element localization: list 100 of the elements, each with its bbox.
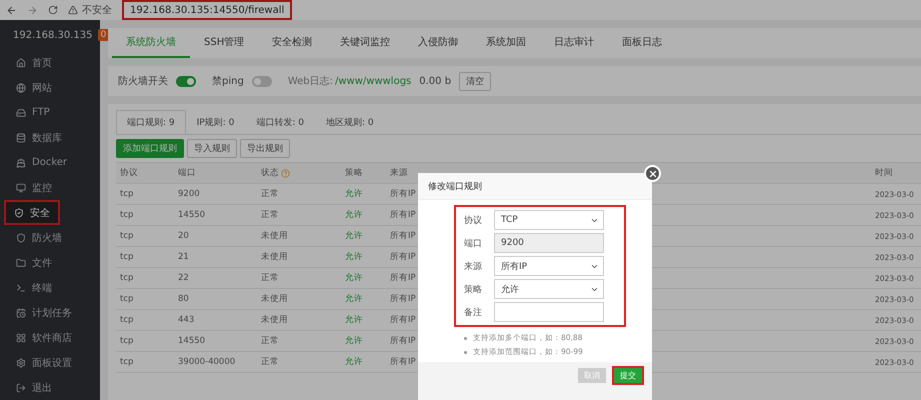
table-cell: 正常 <box>261 335 279 347</box>
field-label: 来源 <box>464 260 483 272</box>
table-cell: 正常 <box>261 272 279 284</box>
close-icon <box>648 168 658 178</box>
table-cell: 允许 <box>345 293 363 305</box>
ping-toggle[interactable] <box>252 76 272 86</box>
firewall-switch-label: 防火墙开关 <box>118 74 168 88</box>
table-cell: tcp <box>120 189 134 199</box>
table-cell: 未使用 <box>261 230 288 242</box>
sidebar-item[interactable]: FTP <box>0 100 100 125</box>
sidebar-item[interactable]: 数据库 <box>0 125 100 150</box>
table-cell: 允许 <box>345 251 363 263</box>
table-cell: 443 <box>178 315 194 325</box>
bullet-icon <box>464 350 467 354</box>
table-cell: tcp <box>120 210 134 220</box>
forward-icon[interactable] <box>27 4 38 16</box>
table-cell: 14550 <box>178 210 206 220</box>
rule-tab[interactable]: 地区规则: 0 <box>314 110 385 134</box>
monitor-icon <box>16 182 26 192</box>
rule-tab[interactable]: 端口规则: 9 <box>116 110 186 134</box>
rule-tab[interactable]: IP规则: 0 <box>186 110 246 134</box>
rule-tab[interactable]: 端口转发: 0 <box>245 110 315 134</box>
table-cell: 未使用 <box>261 293 288 305</box>
table-cell: 所有IP <box>390 188 416 200</box>
sidebar-item[interactable]: Docker <box>0 150 100 175</box>
table-cell: 允许 <box>345 188 363 200</box>
clear-button[interactable]: 清空 <box>459 72 492 90</box>
sidebar-item[interactable]: 网站 <box>0 75 100 100</box>
column-header: 时间 <box>875 167 893 179</box>
table-cell: 39000-40000 <box>178 357 236 367</box>
tab[interactable]: 系统防火墙 <box>112 28 190 58</box>
column-header: 状态 <box>261 167 290 179</box>
table-cell: 所有IP <box>390 293 416 305</box>
drive-icon <box>16 108 26 118</box>
table-cell: 所有IP <box>390 314 416 326</box>
sidebar-item[interactable]: 防火墙 <box>0 225 100 250</box>
back-icon[interactable] <box>6 4 17 16</box>
folder-icon <box>16 258 26 268</box>
table-cell: 21 <box>178 252 189 262</box>
tab[interactable]: 系统加固 <box>472 28 540 58</box>
tab[interactable]: 关键词监控 <box>326 28 404 58</box>
table-cell: 14550 <box>178 336 206 346</box>
table-cell: 所有IP <box>390 251 416 263</box>
sidebar-item[interactable]: 软件商店 <box>0 325 100 350</box>
table-cell: 未使用 <box>261 251 288 263</box>
logout-icon <box>16 382 26 392</box>
globe-icon <box>16 82 26 92</box>
rule-button[interactable]: 导出规则 <box>240 139 290 158</box>
tab[interactable]: 日志审计 <box>540 28 608 58</box>
table-cell: tcp <box>120 252 134 262</box>
rule-button[interactable]: 导入规则 <box>187 139 237 158</box>
field-label: 端口 <box>464 238 483 250</box>
tab[interactable]: 安全检测 <box>258 28 326 58</box>
warning-icon <box>68 5 78 15</box>
field-label: 协议 <box>464 214 483 226</box>
column-header: 端口 <box>178 167 196 179</box>
table-cell: 所有IP <box>390 272 416 284</box>
dialog-title: 修改端口规则 <box>428 180 482 192</box>
firewall-toggle[interactable] <box>176 76 196 86</box>
shield-icon <box>16 232 26 242</box>
weblog-path[interactable]: /www/wwwlogs <box>334 76 412 86</box>
grid-icon <box>16 332 26 342</box>
table-cell: tcp <box>120 336 134 346</box>
input-field[interactable] <box>494 302 604 322</box>
tab[interactable]: SSH管理 <box>190 28 258 58</box>
select-field[interactable]: 允许 <box>494 279 604 299</box>
database-icon <box>16 132 26 142</box>
column-header: 策略 <box>345 167 363 179</box>
table-cell: 正常 <box>261 209 279 221</box>
weblog-label: Web日志: <box>288 74 333 88</box>
help-icon[interactable] <box>281 168 290 178</box>
table-cell: tcp <box>120 315 134 325</box>
select-field[interactable]: TCP <box>494 210 604 230</box>
sidebar-item[interactable]: 首页 <box>0 50 100 75</box>
rule-button[interactable]: 添加端口规则 <box>116 139 184 158</box>
sidebar-item[interactable]: 终端 <box>0 275 100 300</box>
table-cell: tcp <box>120 273 134 283</box>
sidebar-item[interactable]: 监控 <box>0 175 100 200</box>
table-cell: 正常 <box>261 188 279 200</box>
calendar-icon <box>16 308 26 318</box>
table-cell: 80 <box>178 294 189 304</box>
sidebar-item[interactable]: 计划任务 <box>0 300 100 325</box>
reload-icon[interactable] <box>48 5 58 15</box>
sidebar-item[interactable]: 文件 <box>0 250 100 275</box>
submit-button[interactable]: 提交 <box>612 366 644 385</box>
sidebar-item[interactable]: 面板设置 <box>0 350 100 375</box>
server-name: 192.168.30.135 <box>13 30 93 40</box>
tab[interactable]: 面板日志 <box>608 28 676 58</box>
select-field[interactable]: 所有IP <box>494 256 604 276</box>
table-cell: 允许 <box>345 314 363 326</box>
sidebar-item[interactable]: 退出 <box>0 375 100 400</box>
settings-icon <box>16 358 26 368</box>
table-cell: 正常 <box>261 356 279 368</box>
tab[interactable]: 入侵防御 <box>404 28 472 58</box>
table-cell: 所有IP <box>390 335 416 347</box>
table-cell: 允许 <box>345 272 363 284</box>
address-bar[interactable]: 192.168.30.135:14550/firewall <box>122 0 292 20</box>
table-cell: tcp <box>120 294 134 304</box>
table-cell: 允许 <box>345 335 363 347</box>
sidebar-item[interactable]: 安全 <box>4 200 60 225</box>
